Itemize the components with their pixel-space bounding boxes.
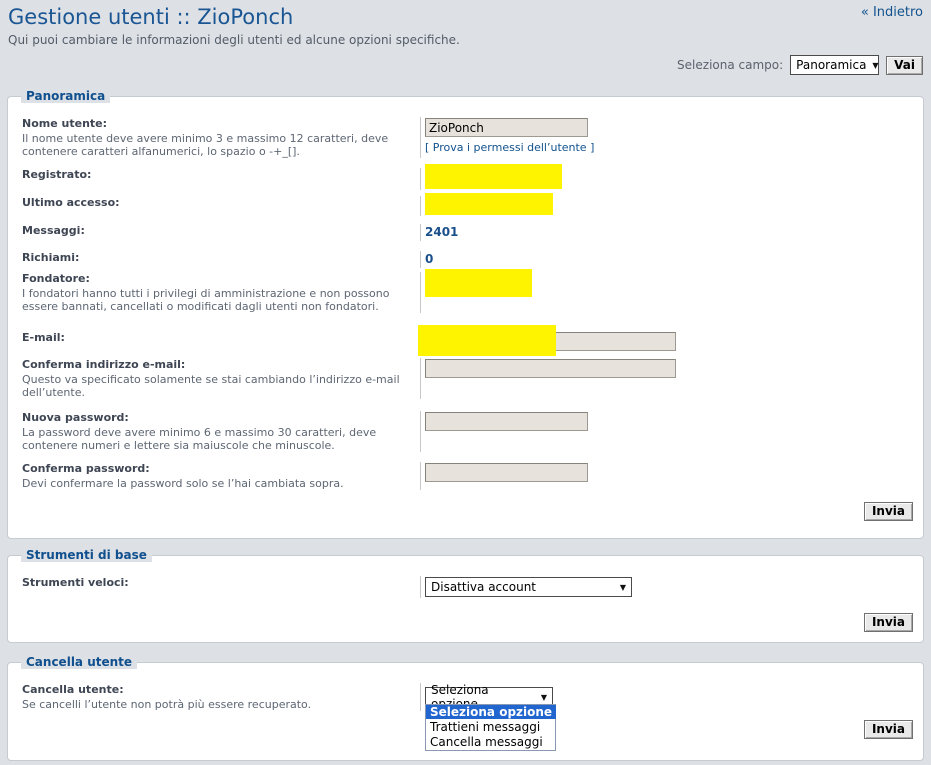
nome-utente-label: Nome utente: [22, 117, 420, 131]
registrato-redaction [425, 164, 562, 189]
panel-panoramica: Panoramica Nome utente: Il nome utente d… [7, 96, 924, 539]
field-select[interactable]: Panoramica ▼ [790, 55, 879, 75]
overview-submit-button[interactable]: Invia [864, 502, 913, 521]
tools-submit-button[interactable]: Invia [864, 613, 913, 632]
test-permissions-link[interactable]: [ Prova i permessi dell’utente ] [425, 141, 594, 154]
new-password-input[interactable] [425, 412, 588, 431]
panel-strumenti-di-base: Strumenti di base Strumenti veloci: Disa… [7, 555, 924, 643]
field-select-label: Seleziona campo: [677, 58, 783, 72]
row-conferma-password: Conferma password: Devi confermare la pa… [14, 462, 913, 490]
row-nuova-password: Nuova password: La password deve avere m… [14, 411, 913, 452]
option-trattieni-messaggi[interactable]: Trattieni messaggi [426, 720, 544, 734]
confirm-email-input[interactable] [425, 359, 676, 378]
email-redaction [418, 325, 556, 356]
fondatore-explain: I fondatori hanno tutti i privilegi di a… [22, 287, 420, 313]
option-seleziona-opzione[interactable]: Seleziona opzione [426, 705, 556, 719]
row-ultimo-accesso: Ultimo accesso: [14, 196, 913, 216]
row-strumenti-veloci: Strumenti veloci: Disattiva account ▼ [14, 576, 913, 598]
field-select-value: Panoramica [796, 58, 866, 72]
fondatore-label: Fondatore: [22, 272, 420, 286]
caret-down-icon: ▼ [541, 693, 547, 702]
quick-tools-select[interactable]: Disattiva account ▼ [425, 577, 632, 597]
page-title: Gestione utenti :: ZioPonch [8, 5, 293, 29]
option-cancella-messaggi[interactable]: Cancella messaggi [426, 735, 547, 749]
delete-user-options-list: Seleziona opzione Trattieni messaggi Can… [425, 704, 556, 751]
username-input[interactable] [425, 118, 588, 137]
conferma-password-explain: Devi confermare la password solo se l’ha… [22, 477, 420, 490]
fondatore-redaction [425, 269, 532, 297]
row-conferma-email: Conferma indirizzo e-mail: Questo va spe… [14, 358, 913, 399]
cancella-utente-label: Cancella utente: [22, 683, 420, 697]
richiami-value: 0 [425, 252, 913, 267]
messaggi-label: Messaggi: [22, 224, 420, 238]
ultimo-accesso-label: Ultimo accesso: [22, 196, 420, 210]
row-registrato: Registrato: [14, 168, 913, 190]
caret-down-icon: ▼ [620, 583, 626, 592]
panel-strumenti-legend: Strumenti di base [21, 548, 152, 562]
go-button[interactable]: Vai [886, 56, 923, 75]
cancella-utente-explain: Se cancelli l’utente non potrà più esser… [22, 698, 420, 711]
conferma-password-label: Conferma password: [22, 462, 420, 476]
row-cancella-utente: Cancella utente: Se cancelli l’utente no… [14, 683, 913, 711]
email-label: E-mail: [22, 331, 420, 345]
row-messaggi: Messaggi: 2401 [14, 224, 913, 241]
caret-down-icon: ▼ [872, 61, 878, 70]
row-nome-utente: Nome utente: Il nome utente deve avere m… [14, 117, 913, 158]
field-jump-bar: Seleziona campo: Panoramica ▼ Vai [677, 55, 923, 75]
nuova-password-explain: La password deve avere minimo 6 e massim… [22, 426, 420, 452]
panel-panoramica-legend: Panoramica [21, 89, 110, 103]
row-fondatore: Fondatore: I fondatori hanno tutti i pri… [14, 272, 913, 313]
richiami-label: Richiami: [22, 251, 420, 265]
page-subtitle: Qui puoi cambiare le informazioni degli … [8, 33, 460, 47]
row-richiami: Richiami: 0 [14, 251, 913, 268]
registrato-label: Registrato: [22, 168, 420, 182]
panel-cancella-utente: Cancella utente Cancella utente: Se canc… [7, 662, 924, 761]
conferma-email-label: Conferma indirizzo e-mail: [22, 358, 420, 372]
delete-submit-button[interactable]: Invia [864, 720, 913, 739]
messaggi-value: 2401 [425, 225, 913, 240]
nome-utente-explain: Il nome utente deve avere minimo 3 e mas… [22, 132, 420, 158]
quick-tools-select-value: Disattiva account [431, 580, 536, 594]
row-email: E-mail: [14, 331, 913, 352]
confirm-password-input[interactable] [425, 463, 588, 482]
panel-cancella-legend: Cancella utente [21, 655, 137, 669]
nuova-password-label: Nuova password: [22, 411, 420, 425]
strumenti-veloci-label: Strumenti veloci: [22, 576, 420, 590]
conferma-email-explain: Questo va specificato solamente se stai … [22, 373, 420, 399]
back-link[interactable]: « Indietro [861, 5, 923, 20]
page-header: Gestione utenti :: ZioPonch Qui puoi cam… [0, 0, 931, 96]
ultimo-accesso-redaction [425, 193, 553, 215]
